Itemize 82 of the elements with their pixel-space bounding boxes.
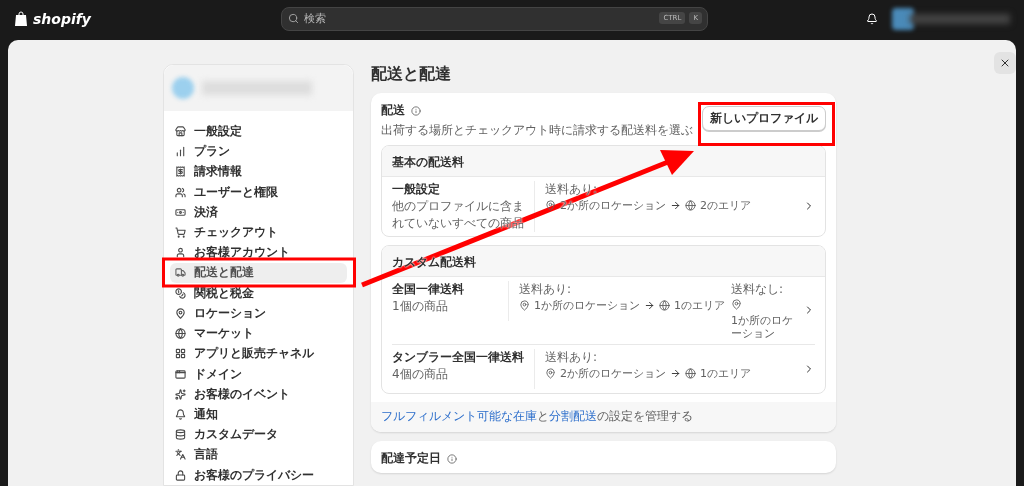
store-avatar [172,77,194,100]
grid-icon [175,348,186,360]
location-count: 2か所のロケーション [560,367,666,381]
globe-icon [685,368,696,380]
rate-label: 送料あり: [519,281,573,298]
sparkle-icon [175,388,186,400]
logo-text: shopify [33,10,91,27]
avatar[interactable] [892,7,914,30]
sidebar-item[interactable]: 通知 [170,404,347,425]
profile-name: 全国一律送料 [392,281,465,298]
arrow-icon [670,200,681,212]
cart-icon [175,227,186,239]
profile-row[interactable]: 全国一律送料 1個の商品 送料あり: 1か所のロケーション 1のエリア 送料なし: 1か所のロケーション [392,277,815,345]
sidebar-item[interactable]: ユーザーと権限 [170,182,347,203]
footer-text: の設定を管理する [597,409,693,424]
sidebar-item[interactable]: お客様のプライバシー [170,464,347,486]
area-count: 2のエリア [700,199,751,213]
store-icon [175,126,186,138]
profile-description: 4個の商品 [392,366,449,384]
map-pin-icon [545,368,556,380]
sidebar-item[interactable]: 言語 [170,444,347,465]
sidebar-item[interactable]: 関税と税金 [170,283,347,304]
coins-icon [175,287,186,299]
close-icon [999,57,1011,69]
receipt-icon [175,166,186,178]
truck-icon [175,267,186,279]
section-description: 出荷する場所とチェックアウト時に請求する配送料を選ぶ [381,122,693,139]
sidebar-item[interactable]: お客様アカウント [170,242,347,263]
profile-name: タンブラー全国一律送料 [392,349,525,367]
close-button[interactable] [994,52,1016,74]
area-count: 1のエリア [700,367,751,381]
sidebar-item[interactable]: 請求情報 [170,161,347,183]
banknote-icon [175,206,186,218]
person-icon [175,247,186,259]
sidebar-item[interactable]: 一般設定 [170,121,347,142]
section-title: 配達予定日 [381,450,441,468]
shopping-bag-icon [14,10,28,27]
globe-icon [175,328,186,340]
globe-icon [659,300,670,312]
bell-icon[interactable] [866,12,878,25]
profile-row[interactable]: タンブラー全国一律送料 4個の商品 送料あり: 2か所のロケーション 1のエリア [392,344,815,394]
profile-description: 1個の商品 [392,298,449,315]
rate-label: 送料なし: [731,281,785,298]
location-count: 1か所のロケーション [731,314,794,341]
bell-icon [175,408,186,420]
info-icon [411,105,421,116]
database-icon [175,429,186,441]
sidebar-item[interactable]: ロケーション [170,303,347,324]
location-count: 1か所のロケーション [534,299,640,313]
sidebar-item[interactable]: 決済 [170,202,347,223]
footer-text: と [537,409,549,424]
map-pin-icon [519,300,530,312]
settings-link[interactable]: フルフィルメント可能な在庫 [381,409,537,424]
window-icon [175,368,186,380]
page-title: 配送と配達 [371,64,452,85]
profile-name: 一般設定 [392,181,441,198]
new-profile-button[interactable]: 新しいプロファイル [702,106,826,131]
sidebar-item[interactable]: ドメイン [170,363,347,385]
arrow-icon [644,300,655,312]
sidebar-item[interactable]: チェックアウト [170,222,347,243]
sidebar-item[interactable]: カスタムデータ [170,424,347,445]
area-count: 1のエリア [674,299,725,313]
map-pin-icon [175,307,186,319]
map-pin-icon [545,200,556,212]
info-icon [447,453,457,464]
sidebar-item[interactable]: アプリと販売チャネル [170,343,347,364]
bar-chart-icon [175,146,186,158]
users-icon [175,186,186,198]
panel-header: 基本の配送料 [382,146,825,177]
search-icon [287,12,299,24]
sidebar-item[interactable]: プラン [170,141,347,162]
arrow-icon [670,368,681,380]
sidebar-item[interactable]: マーケット [170,323,347,344]
map-pin-icon [731,299,742,310]
translate-icon [175,449,186,461]
sidebar-item[interactable]: お客様のイベント [170,384,347,405]
sidebar-item[interactable]: 配送と配達 [170,262,347,284]
rate-label: 送料あり: [545,349,599,367]
globe-icon [685,200,696,212]
lock-icon [175,469,186,481]
settings-link[interactable]: 分割配送 [549,409,597,424]
section-title: 配送 [381,102,405,119]
